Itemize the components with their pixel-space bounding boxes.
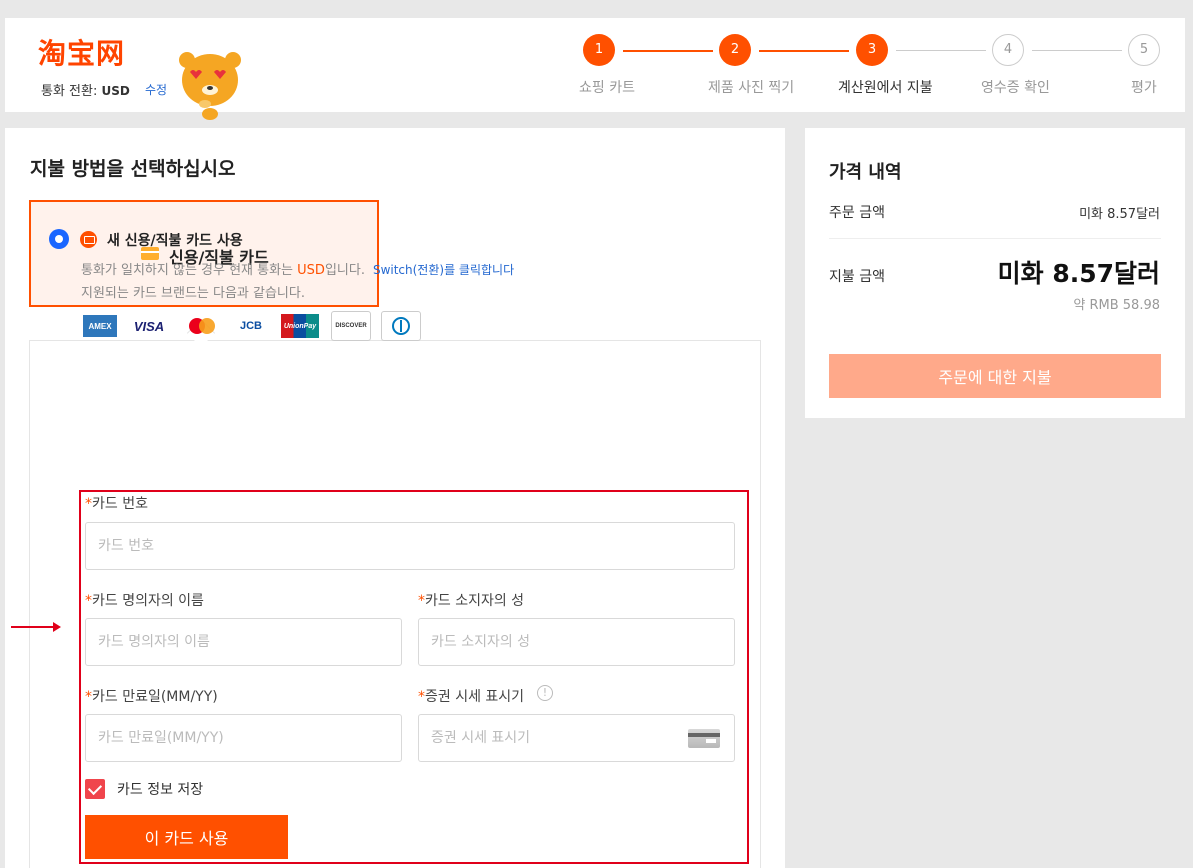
new-card-radio[interactable]: [49, 229, 69, 249]
order-amount-value: 미화 8.57달러: [1079, 207, 1160, 222]
currency-notice: 통화가 일치하지 않는 경우 현재 통화는 USD입니다. Switch(전환)를…: [81, 259, 514, 278]
step-1-circle: 1: [583, 34, 615, 66]
diners-club-logo-icon: [381, 311, 421, 341]
jcb-logo-icon: JCB: [239, 320, 262, 332]
step-connector: [896, 50, 986, 51]
step-4-label: 영수증 확인: [981, 80, 1050, 96]
step-connector: [623, 50, 713, 52]
page-title: 지불 방법을 선택하십시오: [30, 158, 236, 180]
step-3-circle: 3: [856, 34, 888, 66]
mastercard-logo-icon: [183, 311, 223, 341]
currency-label: 통화 전환:: [41, 84, 102, 99]
divider: [829, 238, 1161, 239]
expiry-input[interactable]: [85, 714, 402, 762]
cvv-card-icon: [688, 729, 720, 748]
discover-logo-icon: DISCOVER: [331, 311, 371, 341]
holder-last-name-input[interactable]: [418, 618, 735, 666]
top-header: 淘宝网 통화 전환: USD 수정 1 2 3 4 5 쇼핑 카트 제품 사진 …: [5, 18, 1185, 120]
switch-currency-link[interactable]: Switch(전환)를 클릭합니다: [373, 263, 514, 277]
arrow-pointer-icon: [11, 622, 61, 632]
holder-first-name-input[interactable]: [85, 618, 402, 666]
notice-suffix: 입니다.: [324, 263, 365, 278]
currency-code: USD: [101, 84, 130, 98]
unionpay-logo-icon: UnionPay: [281, 314, 319, 338]
taobao-logo[interactable]: 淘宝网: [38, 32, 125, 72]
currency-edit-link[interactable]: 수정: [145, 81, 167, 98]
supported-brands-text: 지원되는 카드 브랜드는 다음과 같습니다.: [81, 286, 305, 301]
save-card-checkbox[interactable]: [85, 779, 105, 799]
step-connector: [1032, 50, 1122, 51]
save-card-label: 카드 정보 저장: [117, 782, 204, 798]
step-2-circle: 2: [719, 34, 751, 66]
step-5-label: 평가: [1131, 80, 1157, 96]
expiry-label: *카드 만료일(MM/YY): [85, 689, 218, 705]
notice-currency: USD: [297, 263, 325, 278]
use-this-card-button[interactable]: 이 카드 사용: [85, 815, 288, 859]
new-card-option-label: 새 신용/직불 카드 사용: [107, 233, 243, 249]
amex-logo-icon: AMEX: [83, 315, 117, 337]
card-number-label: *카드 번호: [85, 496, 148, 512]
notice-prefix: 통화가 일치하지 않는 경우 현재 통화는: [81, 263, 298, 278]
holder-first-name-label: *카드 명의자의 이름: [85, 593, 204, 609]
pay-amount-label: 지불 금액: [829, 269, 885, 285]
card-icon: [80, 231, 97, 248]
card-number-input[interactable]: [85, 522, 735, 570]
step-5-circle: 5: [1128, 34, 1160, 66]
step-connector: [759, 50, 849, 52]
pay-amount-value: 미화 8.57달러: [997, 259, 1160, 288]
mascot-bear-icon: [179, 52, 241, 120]
step-3-label: 계산원에서 지불: [838, 80, 933, 96]
visa-logo-icon: VISA: [133, 318, 165, 334]
summary-title: 가격 내역: [829, 162, 902, 183]
order-amount-label: 주문 금액: [829, 205, 885, 221]
step-2-label: 제품 사진 찍기: [708, 80, 795, 96]
info-icon[interactable]: !: [537, 685, 553, 701]
rmb-amount: 약 RMB 58.98: [1073, 298, 1160, 313]
cvv-label: *증권 시세 표시기: [418, 689, 525, 705]
checkout-steps: 1 2 3 4 5 쇼핑 카트 제품 사진 찍기 계산원에서 지불 영수증 확인…: [565, 34, 1165, 104]
holder-last-name-label: *카드 소지자의 성: [418, 593, 525, 609]
step-4-circle: 4: [992, 34, 1024, 66]
pay-order-button[interactable]: 주문에 대한 지불: [829, 354, 1161, 398]
currency-switch-line: 통화 전환: USD: [41, 80, 130, 99]
step-1-label: 쇼핑 카트: [579, 80, 635, 96]
price-summary-panel: 가격 내역 주문 금액 미화 8.57달러 지불 금액 미화 8.57달러 약 …: [805, 128, 1185, 418]
